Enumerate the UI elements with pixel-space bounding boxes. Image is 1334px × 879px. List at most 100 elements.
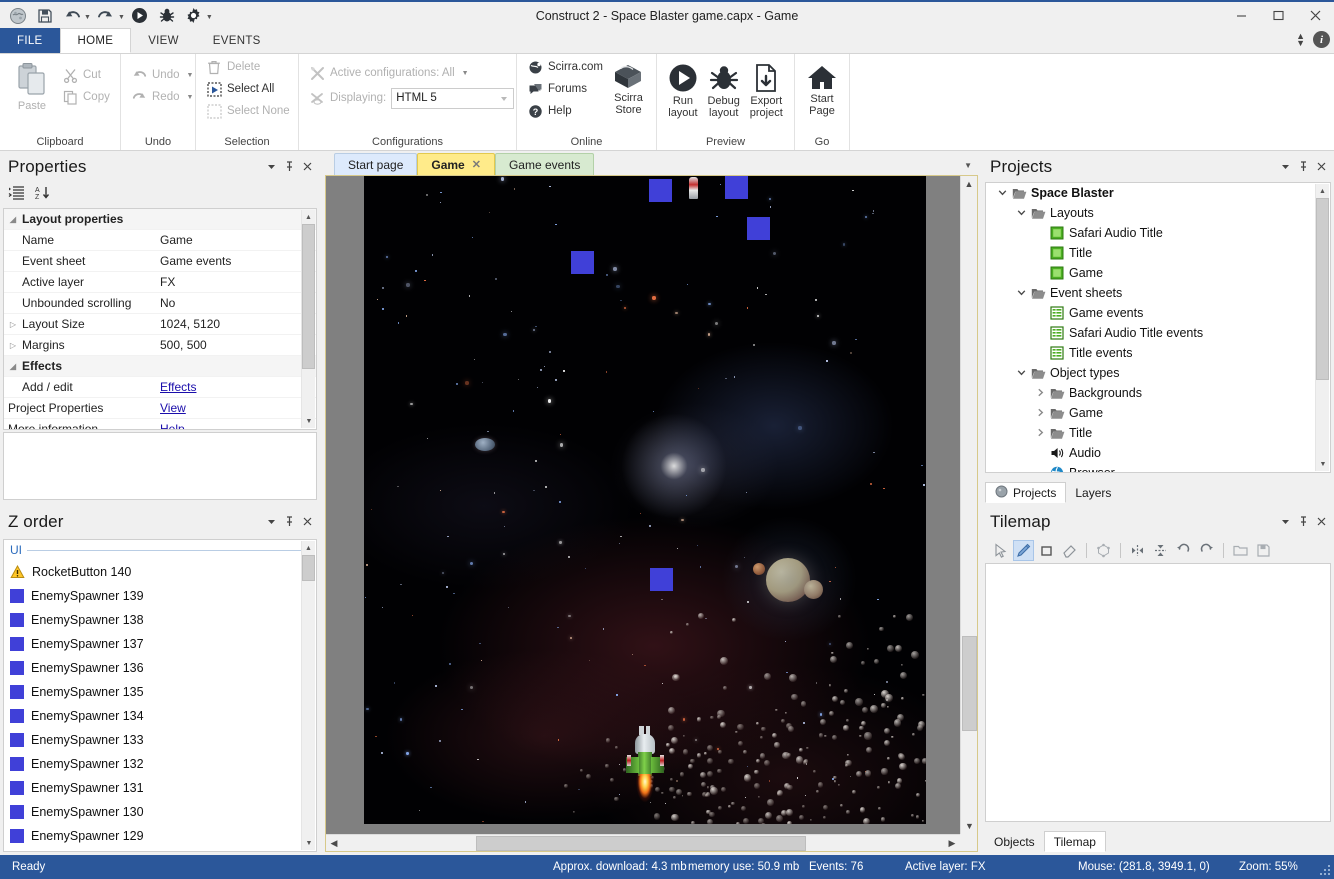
tree-node[interactable]: Game	[986, 403, 1330, 423]
projects-menu-icon[interactable]	[1277, 158, 1294, 175]
enemy-spawner-object[interactable]	[725, 176, 748, 199]
properties-menu-icon[interactable]	[263, 158, 280, 175]
scirra-com-button[interactable]: Scirra.com	[523, 56, 607, 78]
enemy-ship[interactable]	[689, 177, 698, 199]
layout-horizontal-scrollbar[interactable]: ◀ ▶	[326, 834, 960, 851]
tree-node[interactable]: Backgrounds	[986, 383, 1330, 403]
ribbon-tab-view[interactable]: VIEW	[131, 28, 196, 53]
rotate-ccw-icon[interactable]	[1173, 540, 1194, 561]
property-link[interactable]: Help	[160, 422, 185, 429]
zorder-scroll-down-icon[interactable]: ▼	[302, 836, 316, 850]
property-row[interactable]: Active layer FX	[4, 272, 316, 293]
zorder-list-item[interactable]: EnemySpawner 139	[4, 584, 316, 608]
ribbon-collapse-spinner-icon[interactable]: ▲ ▼	[1296, 31, 1305, 47]
tree-node[interactable]: Layouts	[986, 203, 1330, 223]
enemy-spawner-object[interactable]	[649, 179, 672, 202]
redo-icon[interactable]	[94, 5, 118, 27]
construct-logo-icon[interactable]	[6, 5, 30, 27]
resize-grip-icon[interactable]	[1318, 863, 1330, 875]
copy-button[interactable]: Copy	[58, 86, 114, 108]
layout-canvas[interactable]	[364, 176, 926, 824]
cut-button[interactable]: Cut	[58, 64, 114, 86]
zorder-list-item[interactable]: RocketButton 140	[4, 560, 316, 584]
property-twisty-icon[interactable]: ◢	[4, 362, 22, 371]
chevron-down-icon[interactable]	[1013, 288, 1029, 299]
tree-node[interactable]: Title	[986, 423, 1330, 443]
property-twisty-icon[interactable]: ◢	[4, 215, 22, 224]
zorder-list-item[interactable]: EnemySpawner 136	[4, 656, 316, 680]
properties-close-icon[interactable]	[299, 158, 316, 175]
zorder-scroll-up-icon[interactable]: ▲	[302, 541, 315, 555]
help-button[interactable]: ? Help	[523, 100, 607, 122]
zorder-scroll-thumb[interactable]	[302, 555, 315, 581]
minimize-button[interactable]	[1223, 2, 1260, 29]
zorder-close-icon[interactable]	[299, 513, 316, 530]
property-value[interactable]: Effects	[160, 380, 316, 394]
start-page-button[interactable]: Start Page	[801, 59, 843, 117]
run-layout-icon[interactable]	[128, 5, 152, 27]
layout-scroll-up-icon[interactable]: ▲	[961, 176, 977, 192]
tab-game[interactable]: Game ✕	[417, 153, 495, 175]
layout-scroll-left-icon[interactable]: ◀	[326, 835, 342, 851]
projects-scroll-up-icon[interactable]: ▲	[1316, 184, 1329, 198]
redo-button[interactable]: Redo ▼	[127, 86, 197, 108]
tilemap-close-icon[interactable]	[1313, 513, 1330, 530]
tab-tilemap[interactable]: Tilemap	[1043, 831, 1106, 852]
tree-node[interactable]: Event sheets	[986, 283, 1330, 303]
properties-scroll-up-icon[interactable]: ▲	[302, 210, 315, 224]
zorder-list-item[interactable]: EnemySpawner 132	[4, 752, 316, 776]
zorder-list-item[interactable]: EnemySpawner 130	[4, 800, 316, 824]
zorder-list-item[interactable]: EnemySpawner 135	[4, 680, 316, 704]
property-row[interactable]: Add / edit Effects	[4, 377, 316, 398]
zorder-scrollbar[interactable]: ▲ ▼	[301, 541, 315, 850]
projects-close-icon[interactable]	[1313, 158, 1330, 175]
undo-dropdown-caret-icon[interactable]: ▼	[84, 14, 91, 21]
settings-icon[interactable]	[182, 5, 206, 27]
save-icon[interactable]	[1253, 540, 1274, 561]
property-row[interactable]: Name Game	[4, 230, 316, 251]
undo-icon[interactable]	[60, 5, 84, 27]
property-link[interactable]: Effects	[160, 380, 196, 394]
open-folder-icon[interactable]	[1230, 540, 1251, 561]
property-link[interactable]: View	[160, 401, 186, 415]
properties-pin-icon[interactable]	[281, 158, 298, 175]
property-row[interactable]: Event sheet Game events	[4, 251, 316, 272]
close-button[interactable]	[1297, 2, 1334, 29]
eraser-icon[interactable]	[1059, 540, 1080, 561]
layout-canvas-wrap[interactable]	[326, 176, 960, 834]
properties-scroll-thumb[interactable]	[302, 224, 315, 369]
property-row[interactable]: More information Help	[4, 419, 316, 429]
projects-scrollbar[interactable]: ▲ ▼	[1315, 184, 1329, 471]
categorized-sort-icon[interactable]	[8, 185, 25, 203]
maximize-button[interactable]	[1260, 2, 1297, 29]
projects-scroll-thumb[interactable]	[1316, 198, 1329, 380]
ribbon-tab-home[interactable]: HOME	[59, 28, 132, 53]
chevron-right-icon[interactable]	[1032, 428, 1048, 439]
tree-node[interactable]: Safari Audio Title events	[986, 323, 1330, 343]
tree-node[interactable]: Object types	[986, 363, 1330, 383]
tree-node[interactable]: Safari Audio Title	[986, 223, 1330, 243]
forums-button[interactable]: Forums	[523, 78, 607, 100]
run-layout-button[interactable]: Run layout	[663, 59, 703, 119]
rotate-cw-icon[interactable]	[1196, 540, 1217, 561]
property-value[interactable]: Help	[160, 422, 316, 429]
flip-vertical-icon[interactable]	[1150, 540, 1171, 561]
delete-button[interactable]: Delete	[202, 56, 294, 78]
layout-vertical-scrollbar[interactable]: ▲ ▼	[960, 176, 977, 834]
redo-caret-icon[interactable]: ▼	[187, 94, 194, 101]
tab-objects[interactable]: Objects	[985, 831, 1044, 852]
zorder-list[interactable]: UI RocketButton 140 EnemySpawner 139 Enemy…	[3, 539, 317, 852]
zorder-list-item[interactable]: EnemySpawner 129	[4, 824, 316, 848]
active-configurations-button[interactable]: Active configurations: All ▼	[305, 62, 518, 84]
enemy-spawner-object[interactable]	[571, 251, 594, 274]
flip-horizontal-icon[interactable]	[1127, 540, 1148, 561]
chevron-down-icon[interactable]	[1013, 368, 1029, 379]
undo-caret-icon[interactable]: ▼	[187, 72, 194, 79]
property-row[interactable]: ◢ Effects	[4, 356, 316, 377]
tab-projects[interactable]: Projects	[985, 482, 1067, 503]
enemy-spawner-object[interactable]	[650, 568, 673, 591]
tilemap-tiles-area[interactable]	[985, 563, 1331, 822]
properties-scroll-down-icon[interactable]: ▼	[302, 414, 316, 428]
chevron-right-icon[interactable]	[1032, 388, 1048, 399]
help-info-icon[interactable]: i	[1313, 31, 1330, 48]
